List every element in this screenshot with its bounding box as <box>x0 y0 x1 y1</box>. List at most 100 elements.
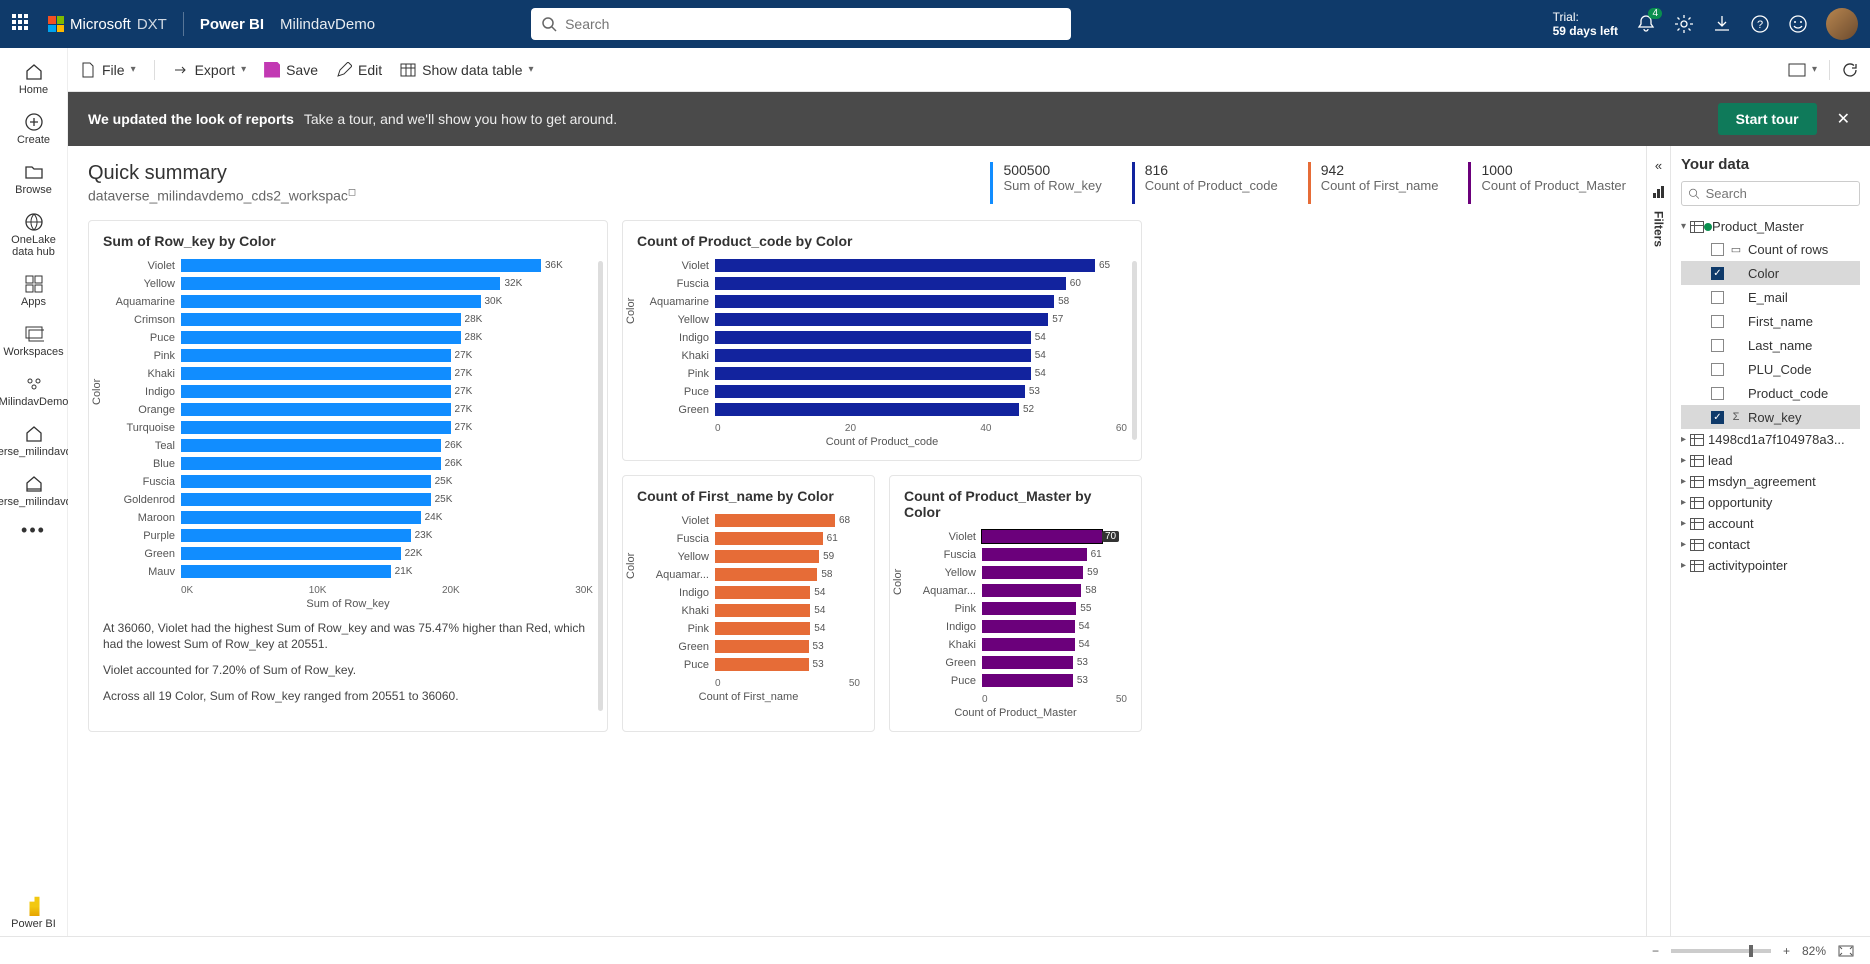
zoom-slider[interactable] <box>1671 949 1771 953</box>
zoom-in-button[interactable]: + <box>1783 944 1790 958</box>
bar-row[interactable]: Pink54 <box>637 620 860 638</box>
table-node-collapsed[interactable]: ▸ lead <box>1681 450 1860 471</box>
field-color[interactable]: ✓Color <box>1681 261 1860 285</box>
bar-row[interactable]: Yellow32K <box>103 275 593 293</box>
zoom-out-button[interactable]: − <box>1652 944 1659 958</box>
banner-close-icon[interactable]: ✕ <box>1837 109 1850 129</box>
table-node-collapsed[interactable]: ▸ account <box>1681 513 1860 534</box>
nav-powerbi[interactable]: Power BI <box>4 886 64 936</box>
file-menu[interactable]: File▾ <box>80 62 136 78</box>
nav-home[interactable]: Home <box>4 56 64 102</box>
nav-apps[interactable]: Apps <box>4 268 64 314</box>
field-plu-code[interactable]: PLU_Code <box>1681 357 1860 381</box>
view-mode-button[interactable]: ▾ <box>1788 63 1817 77</box>
bar-row[interactable]: Pink54 <box>637 365 1127 383</box>
bar-row[interactable]: Pink27K <box>103 347 593 365</box>
show-data-table-button[interactable]: Show data table▾ <box>400 62 533 78</box>
bar-row[interactable]: Khaki54 <box>637 602 860 620</box>
chart-count-firstname[interactable]: Count of First_name by Color ColorViolet… <box>622 475 875 732</box>
bar-row[interactable]: Aquamar...58 <box>904 582 1127 600</box>
bar-row[interactable]: Indigo54 <box>637 329 1127 347</box>
product-name[interactable]: Power BI <box>200 16 264 33</box>
field-first-name[interactable]: First_name <box>1681 309 1860 333</box>
bar-row[interactable]: Yellow59 <box>637 548 860 566</box>
trial-status[interactable]: Trial: 59 days left <box>1553 10 1618 38</box>
bar-row[interactable]: Khaki54 <box>904 636 1127 654</box>
bar-row[interactable]: Fuscia61 <box>904 546 1127 564</box>
kpi-card[interactable]: 816Count of Product_code <box>1132 162 1278 204</box>
bar-row[interactable]: Fuscia60 <box>637 275 1127 293</box>
help-icon[interactable]: ? <box>1750 14 1770 34</box>
bar-row[interactable]: Maroon24K <box>103 509 593 527</box>
expand-filters-icon[interactable]: « <box>1655 158 1662 173</box>
field-e-mail[interactable]: E_mail <box>1681 285 1860 309</box>
bar-row[interactable]: Goldenrod25K <box>103 491 593 509</box>
bar-row[interactable]: Violet36K <box>103 257 593 275</box>
bar-row[interactable]: Khaki27K <box>103 365 593 383</box>
start-tour-button[interactable]: Start tour <box>1718 103 1817 135</box>
bar-row[interactable]: Puce28K <box>103 329 593 347</box>
nav-workspace-dv2[interactable]: dataverse_milindavdem... <box>4 468 64 514</box>
bar-row[interactable]: Orange27K <box>103 401 593 419</box>
chart-count-productcode[interactable]: Count of Product_code by Color ColorViol… <box>622 220 1142 461</box>
bar-row[interactable]: Aquamarine30K <box>103 293 593 311</box>
field-product-code[interactable]: Product_code <box>1681 381 1860 405</box>
nav-onelake[interactable]: OneLake data hub <box>4 206 64 264</box>
bar-row[interactable]: Indigo54 <box>904 618 1127 636</box>
bar-row[interactable]: Green52 <box>637 401 1127 419</box>
fit-to-page-icon[interactable] <box>1838 945 1854 957</box>
bar-row[interactable]: Aquamar...58 <box>637 566 860 584</box>
bar-row[interactable]: Green53 <box>904 654 1127 672</box>
kpi-card[interactable]: 942Count of First_name <box>1308 162 1439 204</box>
table-node-collapsed[interactable]: ▸ contact <box>1681 534 1860 555</box>
bar-row[interactable]: Purple23K <box>103 527 593 545</box>
nav-more[interactable]: ••• <box>4 518 64 542</box>
feedback-icon[interactable] <box>1788 14 1808 34</box>
workspace-name[interactable]: MilindavDemo <box>280 16 375 33</box>
bar-row[interactable]: Yellow57 <box>637 311 1127 329</box>
app-launcher-icon[interactable] <box>12 14 32 34</box>
bar-row[interactable]: Puce53 <box>904 672 1127 690</box>
bar-row[interactable]: Aquamarine58 <box>637 293 1127 311</box>
bar-row[interactable]: Violet68 <box>637 512 860 530</box>
bar-row[interactable]: Yellow59 <box>904 564 1127 582</box>
user-avatar[interactable] <box>1826 8 1858 40</box>
data-search[interactable] <box>1681 181 1860 206</box>
save-button[interactable]: Save <box>264 62 318 78</box>
bar-row[interactable]: Green53 <box>637 638 860 656</box>
field-row-key[interactable]: ✓ΣRow_key <box>1681 405 1860 429</box>
bar-row[interactable]: Violet70 <box>904 528 1127 546</box>
nav-workspaces[interactable]: Workspaces <box>4 318 64 364</box>
nav-workspace-current[interactable]: MilindavDemo <box>4 368 64 414</box>
settings-icon[interactable] <box>1674 14 1694 34</box>
field-count-of-rows[interactable]: ▭Count of rows <box>1681 237 1860 261</box>
table-node-expanded[interactable]: ▾Product_Master <box>1681 216 1860 237</box>
table-node-collapsed[interactable]: ▸ activitypointer <box>1681 555 1860 576</box>
chart-count-productmaster[interactable]: Count of Product_Master by Color ColorVi… <box>889 475 1142 732</box>
nav-browse[interactable]: Browse <box>4 156 64 202</box>
nav-workspace-dv1[interactable]: dataverse_milindavdem... <box>4 418 64 464</box>
bar-row[interactable]: Crimson28K <box>103 311 593 329</box>
kpi-card[interactable]: 1000Count of Product_Master <box>1468 162 1626 204</box>
table-node-collapsed[interactable]: ▸ opportunity <box>1681 492 1860 513</box>
bar-row[interactable]: Puce53 <box>637 656 860 674</box>
edit-button[interactable]: Edit <box>336 62 382 78</box>
bar-row[interactable]: Puce53 <box>637 383 1127 401</box>
download-icon[interactable] <box>1712 14 1732 34</box>
refresh-button[interactable] <box>1842 62 1858 78</box>
table-node-collapsed[interactable]: ▸ 1498cd1a7f104978a3... <box>1681 429 1860 450</box>
table-node-collapsed[interactable]: ▸ msdyn_agreement <box>1681 471 1860 492</box>
bar-row[interactable]: Teal26K <box>103 437 593 455</box>
chart-sum-rowkey[interactable]: Sum of Row_key by Color ColorViolet36KYe… <box>88 220 608 732</box>
global-search[interactable] <box>531 8 1071 40</box>
nav-create[interactable]: Create <box>4 106 64 152</box>
export-menu[interactable]: Export▾ <box>173 62 247 78</box>
bar-row[interactable]: Turquoise27K <box>103 419 593 437</box>
bar-row[interactable]: Violet65 <box>637 257 1127 275</box>
bar-row[interactable]: Fuscia25K <box>103 473 593 491</box>
field-last-name[interactable]: Last_name <box>1681 333 1860 357</box>
kpi-card[interactable]: 500500Sum of Row_key <box>990 162 1101 204</box>
bar-row[interactable]: Pink55 <box>904 600 1127 618</box>
bar-row[interactable]: Mauv21K <box>103 563 593 581</box>
bar-row[interactable]: Fuscia61 <box>637 530 860 548</box>
